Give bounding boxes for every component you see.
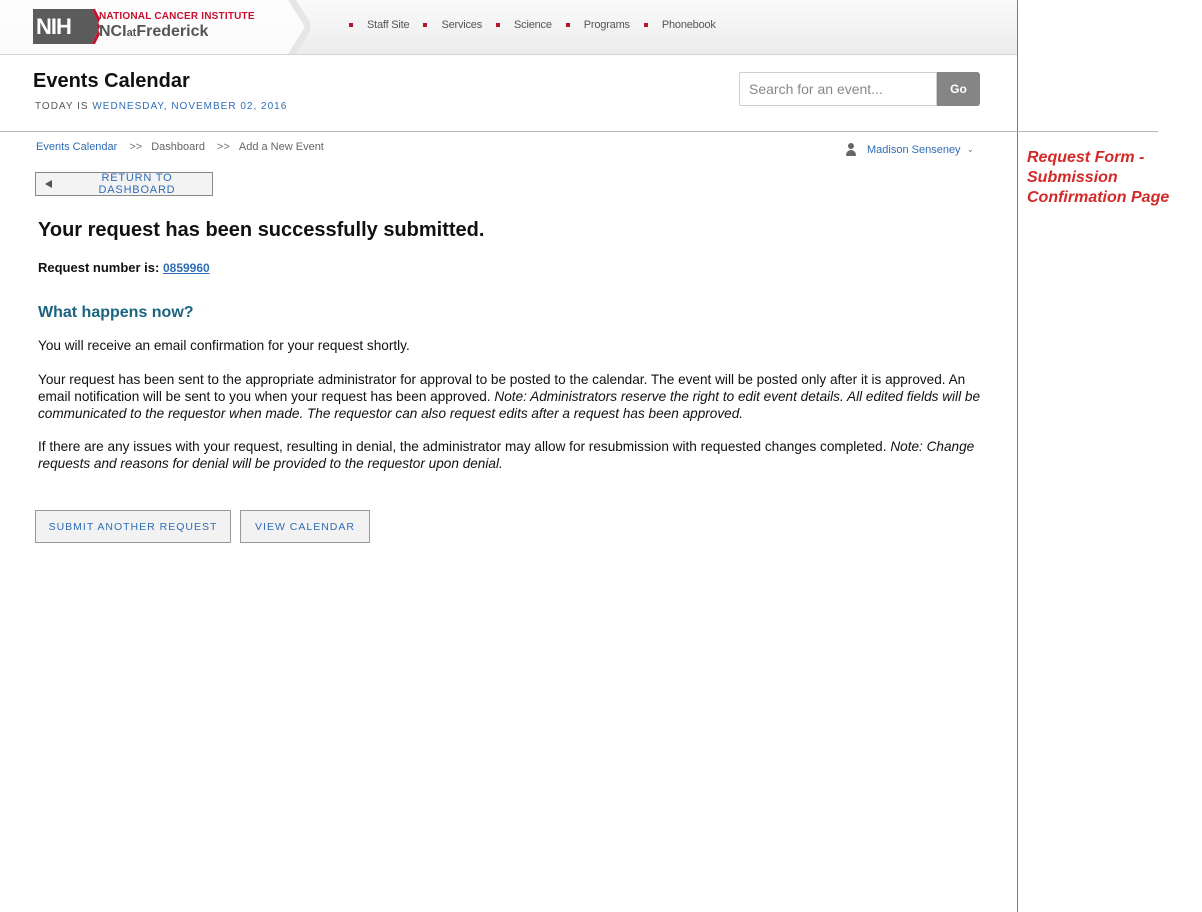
breadcrumb-add-new-event: Add a New Event [238, 141, 324, 153]
breadcrumb-separator: >> [217, 141, 230, 153]
bullet-icon [423, 23, 428, 27]
institute-name: NATIONAL CANCER INSTITUTE [99, 11, 255, 22]
email-confirmation-text: You will receive an email confirmation f… [38, 338, 410, 353]
nav-item-staff-site[interactable]: Staff Site [349, 19, 410, 31]
request-number-label: Request number is: [38, 260, 160, 275]
site-name: NCIatFrederick [99, 23, 208, 41]
search-go-button[interactable]: Go [937, 72, 980, 106]
nav-item-programs[interactable]: Programs [565, 19, 630, 31]
breadcrumb: Events Calendar >> Dashboard >> Add a Ne… [36, 141, 324, 153]
page-title: Events Calendar [33, 70, 190, 92]
user-menu[interactable]: Madison Senseney ⌄ [845, 143, 974, 156]
nav-label: Staff Site [367, 19, 410, 31]
breadcrumb-separator: >> [129, 141, 143, 153]
request-number-link[interactable]: 0859960 [163, 261, 210, 275]
nav-item-services[interactable]: Services [423, 19, 482, 31]
chevron-down-icon: ⌄ [966, 144, 975, 154]
nav-label: Phonebook [661, 19, 716, 31]
submit-another-request-button[interactable]: SUBMIT ANOTHER REQUEST [35, 510, 231, 543]
return-button-label: RETURN TO DASHBOARD [98, 172, 176, 196]
nav-label: Science [514, 19, 552, 31]
today-label: TODAY IS [35, 101, 93, 112]
nav-item-science[interactable]: Science [496, 19, 552, 31]
bullet-icon [643, 23, 648, 27]
nav-label: Services [441, 19, 483, 31]
nav-item-phonebook[interactable]: Phonebook [643, 19, 716, 31]
today-date: WEDNESDAY, NOVEMBER 02, 2016 [92, 101, 288, 112]
user-icon [845, 143, 857, 156]
top-banner: NIH NATIONAL CANCER INSTITUTE NCIatFrede… [0, 0, 1017, 55]
site-name-main: Frederick [136, 23, 209, 40]
annotation-divider [1017, 0, 1018, 912]
bullet-icon [565, 23, 570, 27]
user-name: Madison Senseney [867, 143, 961, 156]
triangle-left-icon [45, 180, 52, 188]
top-nav: Staff Site Services Science Programs Pho… [349, 19, 730, 31]
request-number-line: Request number is: 0859960 [38, 260, 210, 275]
bullet-icon [496, 23, 501, 27]
site-name-mid: at [126, 27, 137, 39]
bullet-icon [349, 23, 353, 27]
return-to-dashboard-button[interactable]: RETURN TO DASHBOARD [35, 172, 213, 196]
denial-paragraph: If there are any issues with your reques… [38, 438, 988, 472]
approval-paragraph: Your request has been sent to the approp… [38, 371, 988, 422]
nih-logo-box: NIH [33, 9, 89, 44]
nav-label: Programs [583, 19, 630, 31]
site-name-prefix: NCI [99, 23, 127, 40]
success-heading: Your request has been successfully submi… [38, 219, 485, 241]
denial-text: If there are any issues with your reques… [38, 439, 891, 454]
what-happens-heading: What happens now? [38, 304, 194, 321]
breadcrumb-dashboard[interactable]: Dashboard [151, 141, 205, 153]
breadcrumb-events-calendar[interactable]: Events Calendar [36, 141, 117, 153]
view-calendar-button[interactable]: VIEW CALENDAR [240, 510, 370, 543]
page-annotation: Request Form - Submission Confirmation P… [1027, 149, 1170, 206]
search-input[interactable] [739, 72, 937, 106]
header-divider [0, 131, 1158, 132]
today-date-line: TODAY IS WEDNESDAY, NOVEMBER 02, 2016 [35, 101, 287, 112]
